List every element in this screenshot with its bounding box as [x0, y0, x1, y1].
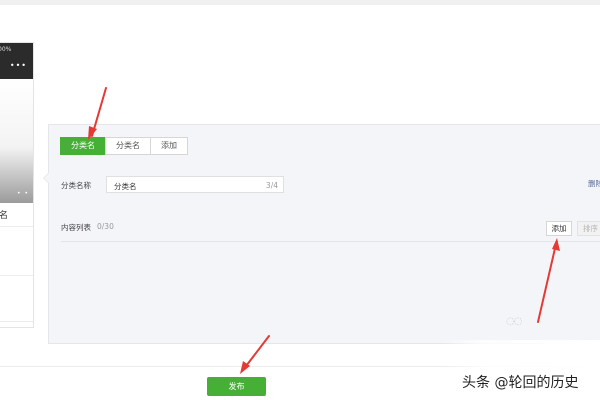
watermark-text: 头条 @轮回的历史: [462, 375, 579, 391]
arrow-head: [88, 126, 97, 140]
arrow-head: [552, 238, 560, 251]
arrow-to-add-content: [537, 243, 557, 323]
